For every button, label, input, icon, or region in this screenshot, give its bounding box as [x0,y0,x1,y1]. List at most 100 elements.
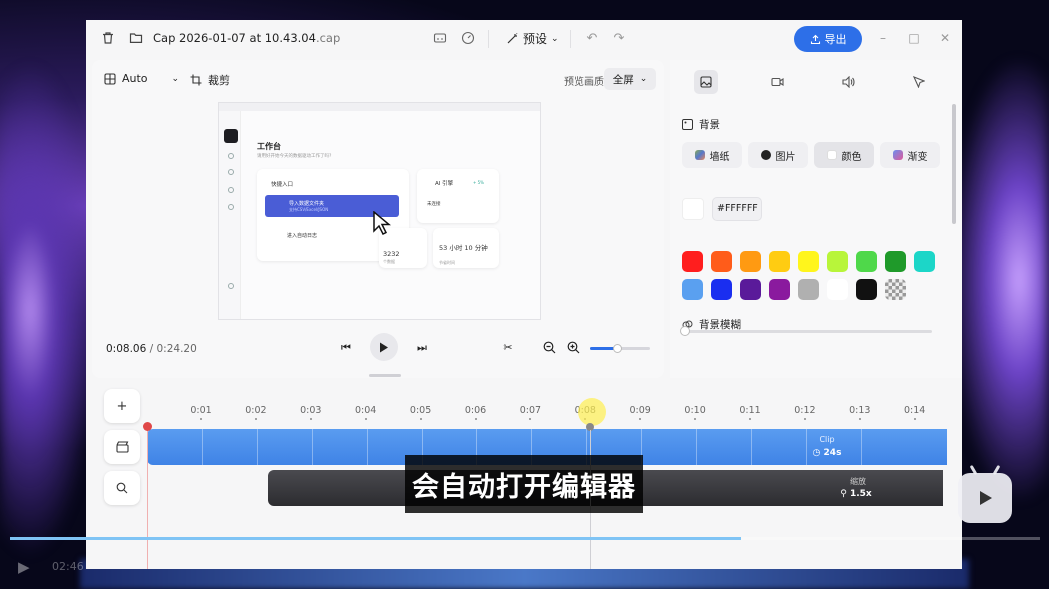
color-swatch[interactable] [827,279,848,300]
resize-handle[interactable] [369,374,401,377]
color-swatch[interactable] [682,279,703,300]
color-swatch[interactable] [740,251,761,272]
color-swatch[interactable] [798,279,819,300]
tab-camera[interactable] [765,70,789,94]
settings-panel: 背景 墙纸 图片 颜色 渐变 #FFFFFF 背景模糊 [670,60,962,378]
preview-ai-label: AI 引擎 [435,181,454,187]
clock-icon [228,283,234,289]
color-swatch[interactable] [682,251,703,272]
minimize-icon[interactable]: – [875,31,891,45]
home-icon [228,153,234,159]
timeline-tick-mark [364,418,367,420]
color-swatch[interactable] [827,251,848,272]
color-swatch[interactable] [769,251,790,272]
play-button[interactable] [370,333,398,361]
gradient-swatch-icon [892,150,903,160]
preview-stat1-value: 3232 [383,250,400,258]
timeline-tick-mark [309,418,312,420]
zoom-slider-knob[interactable] [613,344,622,353]
tab-audio[interactable] [836,70,860,94]
folder-icon[interactable] [128,31,144,47]
bg-tab-gradient[interactable]: 渐变 [880,142,940,168]
video-preview[interactable]: 工作台 请用好开始今天的数据驱动工作了吗? 快捷入口 导入数据文件夹 支持CSV… [218,102,541,320]
undo-icon[interactable]: ↶ [584,31,600,47]
image-icon [682,119,693,130]
video-subtitle: 会自动打开编辑器 [405,455,643,513]
preview-ai-card: AI 引擎 + 5% 未连接 [417,169,499,223]
timeline-tick-mark [913,418,916,420]
export-button[interactable]: 导出 [794,26,862,52]
timeline-tick-mark [803,418,806,420]
blur-slider-knob[interactable] [680,326,690,336]
player-time: 02:46 [52,560,84,573]
crop-button[interactable]: 裁剪 [190,72,230,88]
bg-tab-label: 图片 [775,151,796,163]
blur-slider[interactable] [680,326,932,336]
scissors-icon[interactable]: ✂ [500,341,516,354]
tab-background[interactable] [694,70,718,94]
playhead-handle[interactable] [143,422,152,431]
bg-tab-color[interactable]: 颜色 [814,142,874,168]
bg-tab-label: 墙纸 [709,151,730,163]
timeline-tick-mark [529,418,532,420]
zoom-segment-label: 缩放 [850,477,866,486]
zoom-segment-amount: 1.5x [849,489,872,499]
player-progress-fill [10,537,742,540]
color-swatch[interactable] [711,279,732,300]
maximize-icon[interactable]: □ [906,31,922,45]
clip-track-button[interactable] [104,430,140,464]
chevron-down-icon: ⌄ [551,33,559,44]
bg-tab-wallpaper[interactable]: 墙纸 [682,142,742,168]
timeline-tick-label: 0:13 [849,405,871,416]
color-swatch[interactable] [769,279,790,300]
zoom-track-button[interactable] [104,471,140,505]
captions-icon[interactable] [432,31,448,47]
preview-stat2-label: 节省时间 [439,260,455,265]
preview-quality-select[interactable]: 全屏 ⌄ [604,68,656,90]
preview-ai-badge: + 5% [473,180,484,185]
tab-cursor[interactable] [907,70,931,94]
zoom-slider[interactable] [590,344,650,353]
trash-icon[interactable] [100,31,116,47]
aspect-dropdown[interactable]: Auto ⌄ [104,72,179,85]
titlebar: Cap 2026-01-07 at 10.43.04.cap 预设 ⌄ ↶ ↷ … [86,20,962,58]
player-play-icon[interactable]: ▶ [18,558,30,576]
chevron-down-icon: ⌄ [639,74,648,84]
crop-icon [190,74,202,86]
timeline-tick-label: 0:03 [300,405,322,416]
player-progress-bar[interactable] [10,537,1040,540]
upload-icon [810,34,820,44]
zoom-out-icon[interactable] [541,341,557,357]
zoom-in-icon[interactable] [565,341,581,357]
color-swatch[interactable] [711,251,732,272]
bg-tab-image[interactable]: 图片 [748,142,808,168]
time-separator: / [146,343,157,355]
color-swatch[interactable] [798,251,819,272]
color-swatch[interactable] [885,279,906,300]
timeline-tick-mark [200,418,202,420]
color-swatch[interactable] [856,251,877,272]
timeline-tick-mark [639,418,642,420]
color-swatch[interactable] [914,251,935,272]
skip-forward-icon[interactable]: ⏭ [414,341,430,355]
clip-divider [696,429,697,465]
timeline-tick-label: 0:11 [739,405,761,416]
skip-back-icon[interactable]: ⏮ [338,341,354,355]
color-swatch[interactable] [885,251,906,272]
color-swatch[interactable] [856,279,877,300]
titlebar-divider [570,30,571,48]
crop-label: 裁剪 [208,74,230,87]
preset-dropdown[interactable]: 预设 ⌄ [506,30,559,47]
search-icon [116,482,128,494]
color-swatch[interactable] [740,279,761,300]
add-track-button[interactable]: + [104,389,140,423]
hex-color-input[interactable]: #FFFFFF [712,197,762,221]
preview-app-logo [224,129,238,143]
gauge-icon[interactable] [460,31,476,47]
info-icon [228,204,234,210]
redo-icon[interactable]: ↷ [611,31,627,47]
current-color-preview[interactable] [682,198,704,220]
close-icon[interactable]: ✕ [937,31,953,45]
panel-scrollbar[interactable] [952,104,956,224]
clip-divider [311,429,313,465]
